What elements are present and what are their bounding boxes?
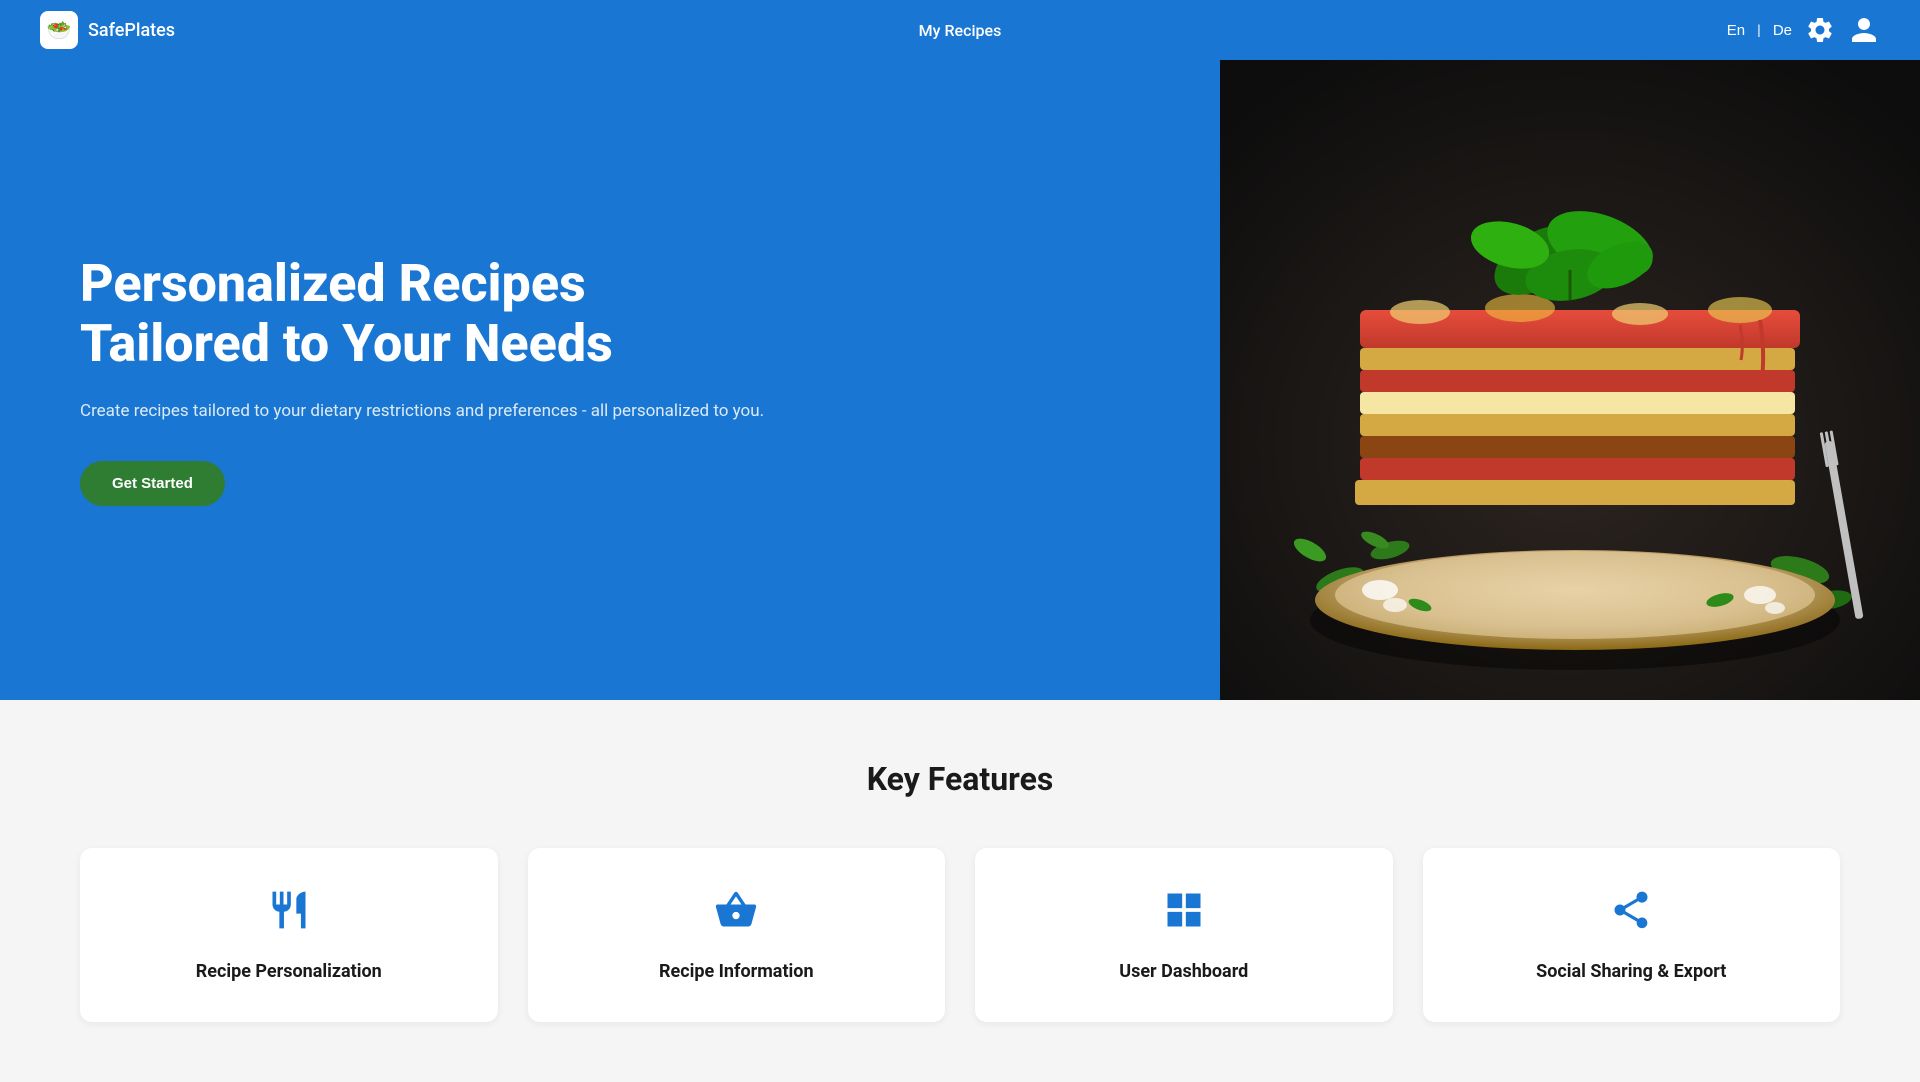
dashboard-icon <box>1162 888 1206 941</box>
features-title: Key Features <box>80 760 1840 798</box>
feature-card-user-dashboard: User Dashboard <box>975 848 1393 1022</box>
basket-icon <box>714 888 758 941</box>
lang-de-button[interactable]: De <box>1773 22 1792 39</box>
get-started-button[interactable]: Get Started <box>80 461 225 506</box>
navbar: 🥗 SafePlates My Recipes En | De <box>0 0 1920 60</box>
feature-card-social-sharing: Social Sharing & Export <box>1423 848 1841 1022</box>
feature-card-recipe-information: Recipe Information <box>528 848 946 1022</box>
hero-content: Personalized Recipes Tailored to Your Ne… <box>80 254 780 506</box>
navbar-center: My Recipes <box>919 21 1002 40</box>
lasagna-scene <box>1220 60 1920 700</box>
hero-section: Personalized Recipes Tailored to Your Ne… <box>0 60 1920 700</box>
share-icon <box>1609 888 1653 941</box>
feature-name-recipe-information: Recipe Information <box>659 961 814 982</box>
feature-name-user-dashboard: User Dashboard <box>1119 961 1248 982</box>
features-section: Key Features Recipe Personalization Reci… <box>0 700 1920 1082</box>
feature-card-recipe-personalization: Recipe Personalization <box>80 848 498 1022</box>
lang-en-button[interactable]: En <box>1727 22 1745 39</box>
brand-logo-icon: 🥗 <box>40 11 78 49</box>
navbar-right: En | De <box>1727 14 1880 46</box>
settings-icon[interactable] <box>1804 14 1836 46</box>
brand-name: SafePlates <box>88 20 175 41</box>
features-grid: Recipe Personalization Recipe Informatio… <box>80 848 1840 1022</box>
feature-name-recipe-personalization: Recipe Personalization <box>196 961 382 982</box>
my-recipes-link[interactable]: My Recipes <box>919 21 1002 40</box>
lang-separator: | <box>1757 21 1761 39</box>
hero-image <box>1220 60 1920 700</box>
hero-title: Personalized Recipes Tailored to Your Ne… <box>80 254 780 374</box>
lasagna-svg <box>1220 60 1920 700</box>
brand-logo-emoji: 🥗 <box>47 18 72 42</box>
hero-subtitle: Create recipes tailored to your dietary … <box>80 398 780 425</box>
user-icon[interactable] <box>1848 14 1880 46</box>
feature-name-social-sharing: Social Sharing & Export <box>1536 961 1726 982</box>
utensils-icon <box>267 888 311 941</box>
brand: 🥗 SafePlates <box>40 11 175 49</box>
